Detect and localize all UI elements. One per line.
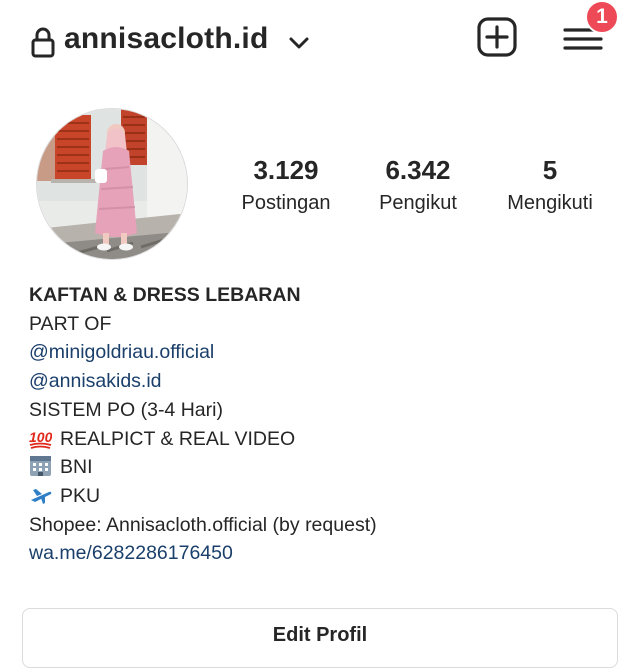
edit-profile-button[interactable]: Edit Profil bbox=[22, 608, 618, 668]
stat-followers[interactable]: 6.342 Pengikut bbox=[368, 154, 468, 215]
airplane-departure-emoji bbox=[31, 488, 52, 504]
stat-following-label: Mengikuti bbox=[507, 192, 593, 214]
bio-name: KAFTAN & DRESS LEBARAN bbox=[29, 284, 301, 306]
bio-website-link[interactable]: wa.me/6282286176450 bbox=[29, 539, 619, 568]
svg-text:100: 100 bbox=[29, 429, 52, 445]
hundred-points-emoji: 100 bbox=[29, 429, 52, 449]
profile-photo bbox=[37, 109, 187, 259]
bio-line-realpict: 100 REALPICT & REAL VIDEO bbox=[29, 425, 619, 454]
account-switcher-username[interactable]: annisacloth.id bbox=[64, 22, 269, 56]
stat-followers-count: 6.342 bbox=[385, 155, 451, 185]
lock-icon bbox=[31, 27, 55, 58]
bio-mention-link[interactable]: @annisakids.id bbox=[29, 367, 619, 396]
bank-emoji bbox=[30, 456, 51, 477]
profile-bio: KAFTAN & DRESS LEBARAN PART OF @minigold… bbox=[29, 281, 619, 568]
stat-followers-label: Pengikut bbox=[379, 192, 457, 214]
bio-line-text: BNI bbox=[60, 456, 93, 479]
bio-line: Shopee: Annisacloth.official (by request… bbox=[29, 513, 377, 536]
stat-posts-count: 3.129 bbox=[253, 155, 319, 185]
bio-line-bank: BNI bbox=[29, 453, 619, 482]
profile-avatar[interactable] bbox=[36, 108, 188, 260]
bio-line: SISTEM PO (3-4 Hari) bbox=[29, 398, 223, 421]
bio-line: PART OF bbox=[29, 312, 112, 335]
bio-line-city: PKU bbox=[29, 482, 619, 511]
stat-posts[interactable]: 3.129 Postingan bbox=[230, 154, 342, 215]
notification-badge: 1 bbox=[585, 0, 619, 34]
bio-mention-link[interactable]: @minigoldriau.official bbox=[29, 338, 619, 367]
stat-following[interactable]: 5 Mengikuti bbox=[496, 154, 604, 215]
profile-header: annisacloth.id 1 bbox=[0, 0, 640, 90]
bio-line-text: REALPICT & REAL VIDEO bbox=[60, 427, 296, 450]
chevron-down-icon[interactable] bbox=[288, 36, 310, 50]
stat-posts-label: Postingan bbox=[241, 192, 331, 214]
plus-square-icon[interactable] bbox=[476, 16, 518, 58]
stat-following-count: 5 bbox=[542, 155, 558, 185]
bio-line-text: PKU bbox=[60, 484, 101, 507]
